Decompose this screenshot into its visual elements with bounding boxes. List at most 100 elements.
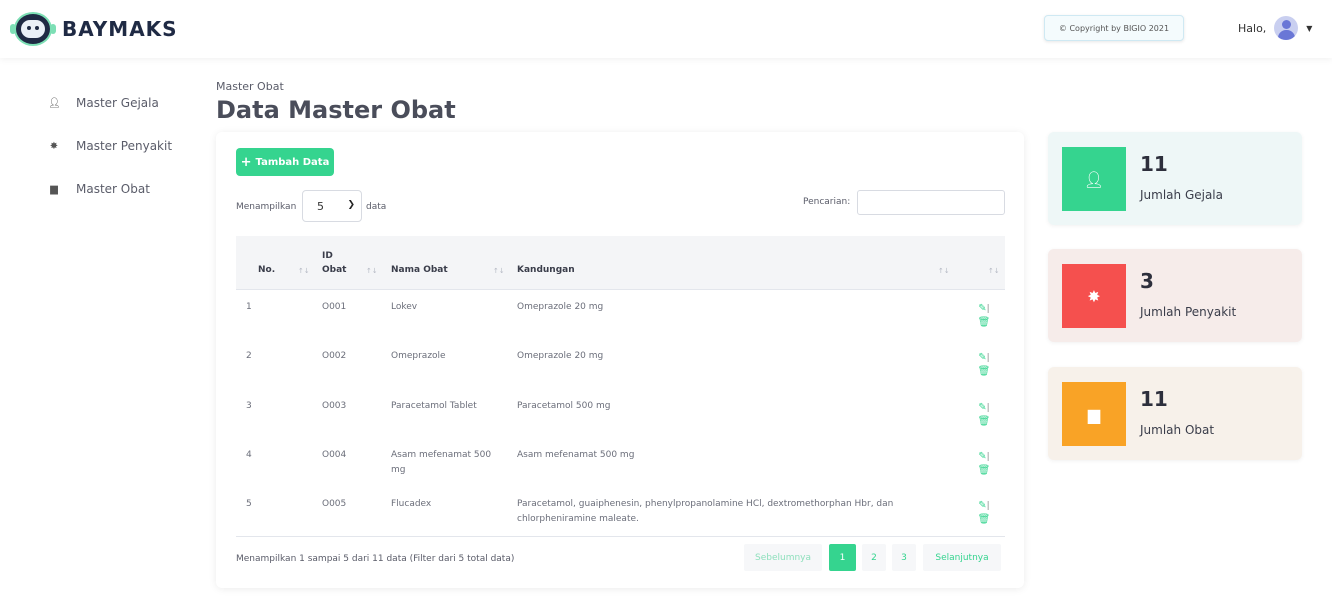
baymax-logo-icon: [10, 12, 56, 46]
sidebar-item-master-obat[interactable]: ▆ Master Obat: [48, 178, 172, 200]
sidebar-item-label: Master Penyakit: [76, 139, 173, 153]
trash-icon[interactable]: 🗑︎: [972, 316, 996, 329]
column-header-kandungan[interactable]: Kandungan: [517, 265, 575, 275]
cell-id: O004: [322, 450, 347, 460]
table-row: 2 O002 Omeprazole Omeprazole 20 mg ✎| 🗑︎: [236, 349, 1005, 399]
sort-icon[interactable]: ↑↓: [938, 267, 950, 275]
search-input[interactable]: [857, 190, 1005, 215]
column-header-id-line2[interactable]: Obat: [322, 265, 346, 275]
cell-no: 4: [246, 450, 252, 460]
cell-id: O003: [322, 401, 347, 411]
row-actions: ✎| 🗑︎: [972, 302, 996, 329]
column-header-no[interactable]: No.: [258, 265, 275, 275]
cell-kandungan: Paracetamol 500 mg: [517, 401, 611, 411]
cell-no: 2: [246, 351, 252, 361]
page-size-value: 5: [317, 199, 324, 213]
edit-icon[interactable]: ✎: [978, 402, 986, 413]
cell-name: Asam mefenamat 500 mg: [391, 450, 492, 475]
trash-icon[interactable]: 🗑︎: [972, 415, 996, 428]
cell-id: O001: [322, 302, 347, 312]
user-menu[interactable]: Halo, ▼: [1238, 16, 1312, 40]
cell-kandungan: Omeprazole 20 mg: [517, 351, 604, 361]
edit-icon[interactable]: ✎: [978, 303, 986, 314]
cell-id: O002: [322, 351, 347, 361]
virus-icon: ✸: [1062, 264, 1126, 328]
pagination-page-1[interactable]: 1: [829, 544, 856, 571]
caret-down-icon[interactable]: ▼: [1306, 24, 1312, 33]
data-table-card: + Tambah Data Menampilkan 5 ❯ data Penca…: [216, 132, 1024, 588]
stat-label: Jumlah Penyakit: [1140, 305, 1237, 319]
add-data-label: Tambah Data: [255, 156, 330, 168]
trash-icon[interactable]: 🗑︎: [972, 365, 996, 378]
pagination-page-2[interactable]: 2: [862, 544, 886, 571]
table-row: 3 O003 Paracetamol Tablet Paracetamol 50…: [236, 399, 1005, 449]
row-actions: ✎| 🗑︎: [972, 450, 996, 477]
cell-name: Lokev: [391, 302, 418, 312]
trash-icon[interactable]: 🗑︎: [972, 513, 996, 526]
sort-icon[interactable]: ↑↓: [366, 267, 378, 275]
table-row: 1 O001 Lokev Omeprazole 20 mg ✎| 🗑︎: [236, 300, 1005, 350]
row-actions: ✎| 🗑︎: [972, 351, 996, 378]
show-label: Menampilkan: [236, 202, 297, 212]
row-actions: ✎| 🗑︎: [972, 401, 996, 428]
stat-card-obat: ▆ 11 Jumlah Obat: [1048, 367, 1302, 460]
sort-icon[interactable]: ↑↓: [493, 267, 505, 275]
sort-icon[interactable]: ↑↓: [298, 267, 310, 275]
cell-kandungan: Asam mefenamat 500 mg: [517, 450, 635, 460]
stat-card-penyakit: ✸ 3 Jumlah Penyakit: [1048, 249, 1302, 342]
cell-id: O005: [322, 499, 347, 509]
pill-bottle-icon: ▆: [1062, 382, 1126, 446]
table-row: 5 O005 Flucadex Paracetamol, guaiphenesi…: [236, 497, 1005, 547]
table-header: No. ↑↓ ID Obat ↑↓ Nama Obat ↑↓ Kandungan…: [236, 236, 1005, 290]
cell-kandungan: Paracetamol, guaiphenesin, phenylpropano…: [517, 499, 894, 524]
brand[interactable]: BAYMAKS: [10, 12, 178, 46]
cell-kandungan: Omeprazole 20 mg: [517, 302, 604, 312]
sidebar-item-label: Master Gejala: [76, 96, 159, 110]
user-icon: 👤︎: [48, 97, 61, 109]
stat-card-gejala: 👤︎ 11 Jumlah Gejala: [1048, 132, 1302, 225]
table-info: Menampilkan 1 sampai 5 dari 11 data (Fil…: [236, 554, 515, 564]
stat-label: Jumlah Gejala: [1140, 188, 1223, 202]
sidebar-item-master-penyakit[interactable]: ✸ Master Penyakit: [48, 135, 172, 157]
cell-no: 5: [246, 499, 252, 509]
add-data-button[interactable]: + Tambah Data: [236, 148, 334, 176]
page-size-select[interactable]: 5 ❯: [302, 190, 362, 222]
edit-icon[interactable]: ✎: [978, 451, 986, 462]
cell-name: Paracetamol Tablet: [391, 401, 477, 411]
edit-icon[interactable]: ✎: [978, 500, 986, 511]
table-row: 4 O004 Asam mefenamat 500 mg Asam mefena…: [236, 448, 1005, 498]
sort-icon[interactable]: ↑↓: [988, 267, 1000, 275]
trash-icon[interactable]: 🗑︎: [972, 464, 996, 477]
pagination-page-3[interactable]: 3: [892, 544, 916, 571]
row-actions: ✎| 🗑︎: [972, 499, 996, 526]
cell-no: 3: [246, 401, 252, 411]
cell-name: Omeprazole: [391, 351, 446, 361]
cell-name: Flucadex: [391, 499, 432, 509]
pill-bottle-icon: ▆: [50, 183, 58, 195]
column-header-nama-obat[interactable]: Nama Obat: [391, 265, 448, 275]
breadcrumb[interactable]: Master Obat: [216, 80, 284, 93]
stat-value: 11: [1140, 387, 1168, 411]
edit-icon[interactable]: ✎: [978, 352, 986, 363]
stat-label: Jumlah Obat: [1140, 423, 1215, 437]
stat-value: 3: [1140, 269, 1154, 293]
page-title: Data Master Obat: [216, 96, 456, 124]
column-header-id-line1[interactable]: ID: [322, 251, 333, 261]
table-divider: [236, 536, 1005, 537]
chevron-down-icon: ❯: [347, 200, 355, 210]
cell-no: 1: [246, 302, 252, 312]
data-label: data: [366, 202, 387, 212]
pagination-next-button[interactable]: Selanjutnya: [923, 544, 1001, 571]
greeting-text: Halo,: [1238, 21, 1267, 35]
sidebar-item-master-gejala[interactable]: 👤︎ Master Gejala: [48, 92, 172, 114]
virus-icon: ✸: [49, 140, 59, 152]
plus-icon: +: [240, 154, 252, 170]
copyright-badge: © Copyright by BIGIO 2021: [1044, 15, 1184, 41]
user-arrow-icon: 👤︎: [1062, 147, 1126, 211]
sidebar: 👤︎ Master Gejala ✸ Master Penyakit ▆ Mas…: [48, 92, 172, 221]
avatar[interactable]: [1274, 16, 1299, 40]
topbar: BAYMAKS © Copyright by BIGIO 2021 Halo, …: [0, 0, 1332, 58]
pagination-prev-button[interactable]: Sebelumnya: [744, 544, 822, 571]
brand-name: BAYMAKS: [62, 17, 178, 41]
search-label: Pencarian:: [803, 197, 851, 207]
